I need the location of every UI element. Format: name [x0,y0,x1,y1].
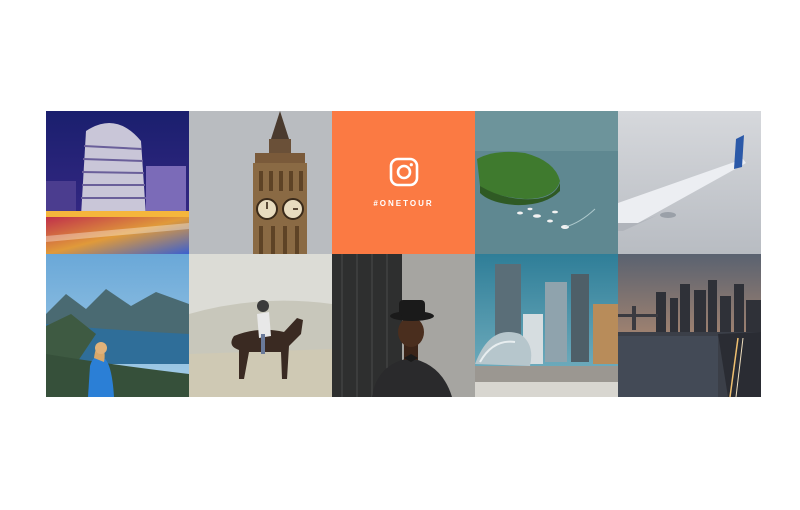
airplane-wing-photo [618,111,761,254]
photo-tile-island[interactable] [475,111,618,254]
photo-tile-hiker-fjord[interactable] [46,254,189,397]
man-hat-photo [332,254,475,397]
hashtag-label: #ONETOUR [373,199,434,208]
photo-tile-city-river[interactable] [618,254,761,397]
instagram-hashtag-tile[interactable]: #ONETOUR [332,111,475,254]
photo-gallery: #ONETOUR [46,111,761,397]
hiker-fjord-photo [46,254,189,397]
chicago-bean-photo [475,254,618,397]
photo-tile-airplane-wing[interactable] [618,111,761,254]
photo-tile-big-ben[interactable] [189,111,332,254]
photo-tile-chicago-bean[interactable] [475,254,618,397]
island-aerial-photo [475,111,618,254]
boy-horse-photo [189,254,332,397]
photo-tile-curved-building[interactable] [46,111,189,254]
big-ben-photo [189,111,332,254]
curved-building-photo [46,111,189,254]
instagram-icon [389,157,418,187]
city-river-photo [618,254,761,397]
photo-tile-man-hat[interactable] [332,254,475,397]
photo-tile-boy-horse[interactable] [189,254,332,397]
